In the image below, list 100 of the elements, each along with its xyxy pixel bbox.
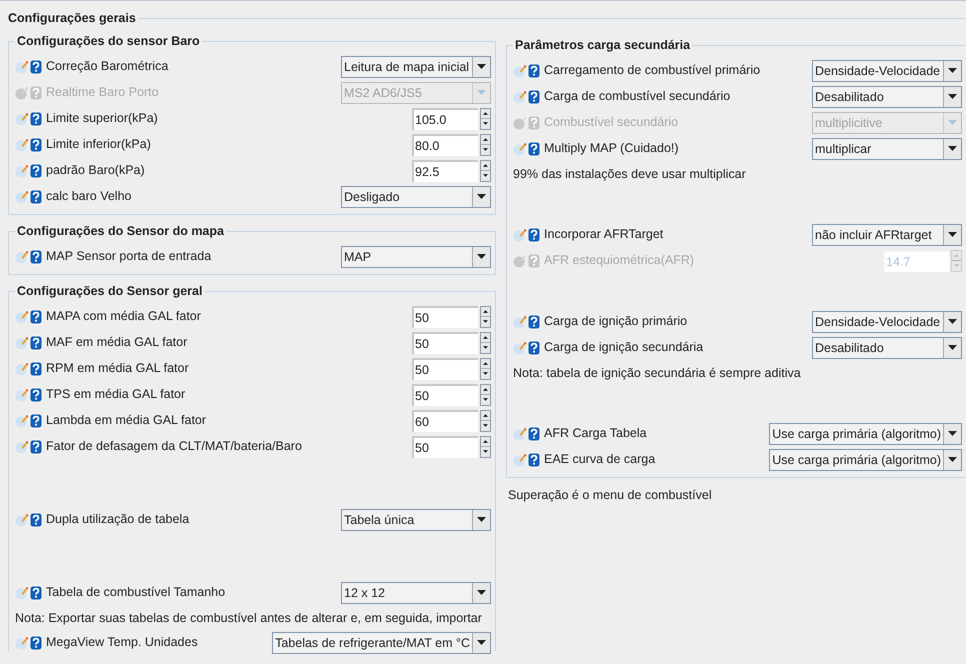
field-label: Dupla utilização de tabela [46, 511, 190, 528]
number-field[interactable]: 50 [412, 436, 478, 458]
section-title: Configurações do Sensor do mapa [15, 223, 226, 239]
help-icon[interactable] [30, 388, 42, 402]
dropdown[interactable]: Use carga primária (algoritmo) [769, 448, 962, 470]
field-label: MAPA com média GAL fator [46, 308, 201, 326]
help-icon[interactable] [528, 340, 540, 354]
dropdown-arrow-icon [477, 590, 486, 595]
help-icon[interactable] [528, 314, 540, 328]
dropdown[interactable]: Tabelas de refrigerante/MAT em °C [272, 632, 491, 654]
field-label: calc baro Velho [46, 188, 132, 206]
help-icon[interactable] [528, 64, 540, 78]
dropdown[interactable]: Tabela única [341, 508, 491, 530]
section-title: Parâmetros carga secundária [513, 37, 692, 53]
help-icon[interactable] [30, 60, 42, 74]
help-icon[interactable] [30, 512, 42, 526]
dropdown[interactable]: Use carga primária (algoritmo) [769, 422, 962, 444]
help-icon [30, 86, 42, 100]
number-field[interactable]: 50 [412, 358, 478, 380]
help-icon[interactable] [30, 414, 42, 428]
dropdown-arrow-icon [477, 194, 486, 199]
field-label: Combustível secundário [544, 114, 678, 132]
section-title: Configurações do Sensor geral [15, 283, 204, 299]
number-field[interactable]: 80.0 [412, 134, 478, 156]
spinner-buttons[interactable] [480, 384, 491, 406]
dropdown-arrow-icon [948, 120, 957, 125]
field-label: AFR Carga Tabela [544, 425, 647, 442]
number-field[interactable]: 105.0 [412, 108, 478, 130]
dropdown[interactable]: multiplicar [812, 138, 962, 160]
help-icon[interactable] [30, 586, 42, 600]
spinner-buttons[interactable] [480, 410, 491, 432]
dropdown[interactable]: MAP [341, 246, 491, 268]
panel-title: Configurações gerais [8, 10, 137, 27]
spinner-buttons[interactable] [480, 160, 491, 182]
field-label: MegaView Temp. Unidades [46, 634, 198, 652]
edit-note-icon [513, 116, 527, 130]
number-field[interactable]: 60 [412, 410, 478, 432]
dropdown-arrow-icon [948, 431, 957, 436]
spinner-buttons[interactable] [480, 358, 491, 380]
help-icon [528, 116, 540, 130]
field-label: Carga de ignição primário [544, 313, 688, 330]
help-icon[interactable] [30, 336, 42, 350]
help-icon[interactable] [528, 228, 540, 242]
edit-note-icon [15, 86, 29, 100]
dropdown-arrow-icon [948, 146, 957, 151]
dropdown-arrow-icon [477, 517, 486, 522]
dropdown-arrow-icon [477, 64, 486, 69]
field-label: AFR estequiométrica(AFR) [544, 252, 694, 270]
dropdown[interactable]: Desabilitado [812, 336, 962, 358]
field-label: Limite superior(kPa) [46, 110, 158, 128]
help-icon[interactable] [30, 164, 42, 178]
help-icon[interactable] [30, 190, 42, 204]
number-field[interactable]: 50 [412, 384, 478, 406]
note-text: Nota: tabela de ignição secundária é sempre aditiva [513, 365, 802, 382]
dropdown-arrow-icon [477, 254, 486, 259]
dropdown-arrow-icon [948, 232, 957, 237]
number-field[interactable]: 50 [412, 306, 478, 328]
spinner-buttons[interactable] [480, 436, 491, 458]
field-label: Incorporar AFRTarget [544, 226, 664, 244]
field-label: padrão Baro(kPa) [46, 162, 145, 180]
dropdown[interactable]: não incluir AFRtarget [812, 224, 962, 246]
field-label: Tabela de combustível Tamanho [46, 584, 226, 602]
dropdown[interactable]: Desabilitado [812, 86, 962, 108]
spinner-buttons[interactable] [480, 332, 491, 354]
dropdown[interactable]: Densidade-Velocidade [812, 310, 962, 332]
field-label: Correção Barométrica [46, 58, 168, 76]
spinner-buttons[interactable] [480, 108, 491, 130]
number-field: 14.7 [883, 250, 949, 272]
dropdown[interactable]: Leitura de mapa inicial [341, 56, 491, 78]
field-label: RPM em média GAL fator [46, 360, 189, 378]
number-field[interactable]: 50 [412, 332, 478, 354]
spinner-buttons[interactable] [480, 306, 491, 328]
spinner-buttons[interactable] [480, 134, 491, 156]
field-label: EAE curva de carga [544, 451, 656, 468]
field-label: MAF em média GAL fator [46, 334, 188, 352]
dropdown[interactable]: 12 x 12 [341, 582, 491, 604]
dropdown-arrow-icon [948, 94, 957, 99]
help-icon[interactable] [528, 426, 540, 440]
help-icon[interactable] [30, 440, 42, 454]
dropdown[interactable]: Desligado [341, 186, 491, 208]
number-field[interactable]: 92.5 [412, 160, 478, 182]
help-icon[interactable] [528, 452, 540, 466]
help-icon[interactable] [30, 112, 42, 126]
help-icon[interactable] [30, 636, 42, 650]
field-label: Limite inferior(kPa) [46, 136, 151, 154]
help-icon[interactable] [30, 138, 42, 152]
field-label: Carga de ignição secundária [544, 339, 704, 356]
field-label: MAP Sensor porta de entrada [46, 248, 212, 266]
dropdown[interactable]: Densidade-Velocidade [812, 60, 962, 82]
dropdown-arrow-icon [948, 457, 957, 462]
help-icon[interactable] [30, 250, 42, 264]
edit-note-icon [513, 254, 527, 268]
help-icon[interactable] [528, 142, 540, 156]
note-text: Nota: Exportar suas tabelas de combustível antes de alterar e, em seguida, importar [15, 610, 483, 627]
help-icon[interactable] [30, 362, 42, 376]
field-label: Lambda em média GAL fator [46, 412, 206, 430]
help-icon[interactable] [528, 90, 540, 104]
note-text: Superação é o menu de combustível [508, 487, 713, 504]
help-icon[interactable] [30, 310, 42, 324]
field-label: Carregamento de combustível primário [544, 62, 760, 80]
